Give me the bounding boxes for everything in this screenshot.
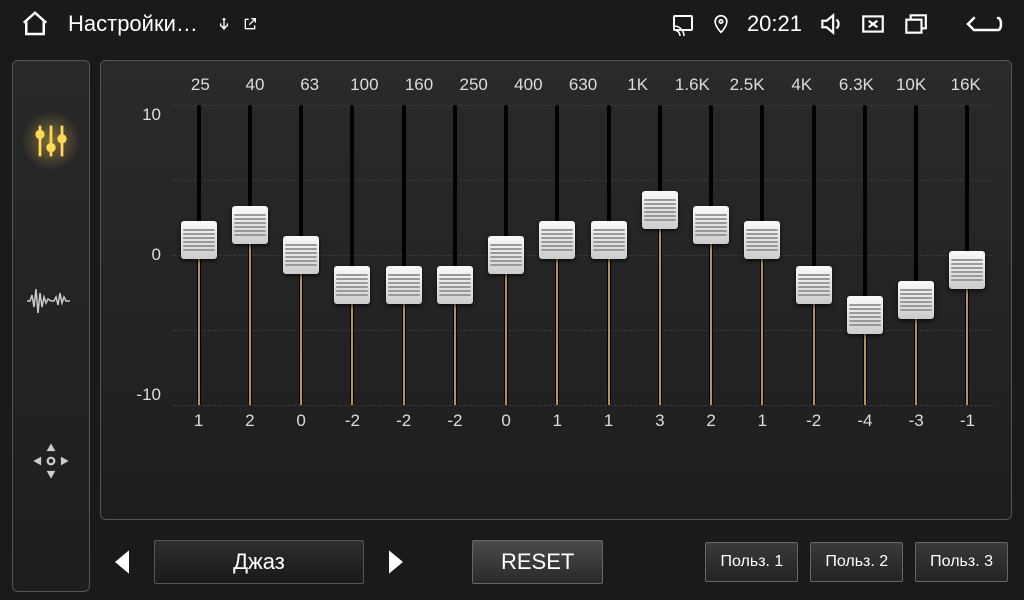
sidebar-item-waveform[interactable] <box>21 271 81 331</box>
freq-label: 250 <box>446 75 501 95</box>
page-title: Настройки… <box>68 11 198 37</box>
freq-label: 100 <box>337 75 392 95</box>
freq-label: 10K <box>884 75 939 95</box>
back-icon[interactable] <box>964 11 1004 37</box>
value-label: -2 <box>429 411 480 431</box>
value-label: 1 <box>532 411 583 431</box>
eq-slider[interactable] <box>686 105 737 405</box>
value-label: -2 <box>327 411 378 431</box>
user-preset-1-button[interactable]: Польз. 1 <box>705 542 798 582</box>
freq-label: 630 <box>556 75 611 95</box>
usb-icon <box>216 16 232 32</box>
freq-label: 16K <box>938 75 993 95</box>
location-icon[interactable] <box>711 14 731 34</box>
eq-slider[interactable] <box>429 105 480 405</box>
eq-slider[interactable] <box>173 105 224 405</box>
eq-slider[interactable] <box>583 105 634 405</box>
preset-next-button[interactable] <box>378 544 414 580</box>
value-label: 0 <box>276 411 327 431</box>
value-label: -3 <box>891 411 942 431</box>
value-label: 2 <box>686 411 737 431</box>
eq-slider[interactable] <box>276 105 327 405</box>
value-label: 1 <box>173 411 224 431</box>
eq-slider[interactable] <box>737 105 788 405</box>
eq-slider[interactable] <box>378 105 429 405</box>
eq-slider[interactable] <box>634 105 685 405</box>
topbar: Настройки… 20:21 <box>0 0 1024 48</box>
freq-label: 6.3K <box>829 75 884 95</box>
eq-slider[interactable] <box>891 105 942 405</box>
freq-label: 160 <box>392 75 447 95</box>
y-label-mid: 0 <box>152 245 161 265</box>
user-preset-3-button[interactable]: Польз. 3 <box>915 542 1008 582</box>
eq-slider[interactable] <box>327 105 378 405</box>
home-icon[interactable] <box>20 9 50 39</box>
preset-prev-button[interactable] <box>104 544 140 580</box>
freq-label: 1.6K <box>665 75 720 95</box>
user-preset-2-button[interactable]: Польз. 2 <box>810 542 903 582</box>
eq-slider[interactable] <box>942 105 993 405</box>
freq-label: 2.5K <box>720 75 775 95</box>
eq-slider[interactable] <box>532 105 583 405</box>
value-label: 1 <box>583 411 634 431</box>
equalizer-panel: 2540631001602504006301K1.6K2.5K4K6.3K10K… <box>100 60 1012 520</box>
value-label: 3 <box>634 411 685 431</box>
recent-apps-icon[interactable] <box>902 11 928 37</box>
sidebar-item-balance[interactable] <box>21 431 81 491</box>
freq-label: 400 <box>501 75 556 95</box>
value-label: 0 <box>481 411 532 431</box>
sidebar-item-equalizer[interactable] <box>21 111 81 171</box>
value-label: -4 <box>839 411 890 431</box>
value-label: 2 <box>224 411 275 431</box>
eq-slider[interactable] <box>839 105 890 405</box>
freq-label: 1K <box>610 75 665 95</box>
value-label: -2 <box>378 411 429 431</box>
preset-display[interactable]: Джаз <box>154 540 364 584</box>
volume-icon[interactable] <box>818 11 844 37</box>
external-link-icon <box>242 16 258 32</box>
freq-label: 25 <box>173 75 228 95</box>
freq-label: 4K <box>774 75 829 95</box>
sidebar <box>12 60 90 592</box>
clock: 20:21 <box>747 11 802 37</box>
value-label: 1 <box>737 411 788 431</box>
reset-button[interactable]: RESET <box>472 540 603 584</box>
cast-icon[interactable] <box>671 12 695 36</box>
close-window-icon[interactable] <box>860 11 886 37</box>
freq-label: 40 <box>228 75 283 95</box>
value-label: -1 <box>942 411 993 431</box>
eq-slider[interactable] <box>224 105 275 405</box>
bottom-controls: Джаз RESET Польз. 1 Польз. 2 Польз. 3 <box>100 532 1012 592</box>
freq-label: 63 <box>282 75 337 95</box>
value-label: -2 <box>788 411 839 431</box>
y-label-max: 10 <box>142 105 161 125</box>
eq-slider[interactable] <box>788 105 839 405</box>
eq-slider[interactable] <box>481 105 532 405</box>
y-label-min: -10 <box>136 385 161 405</box>
